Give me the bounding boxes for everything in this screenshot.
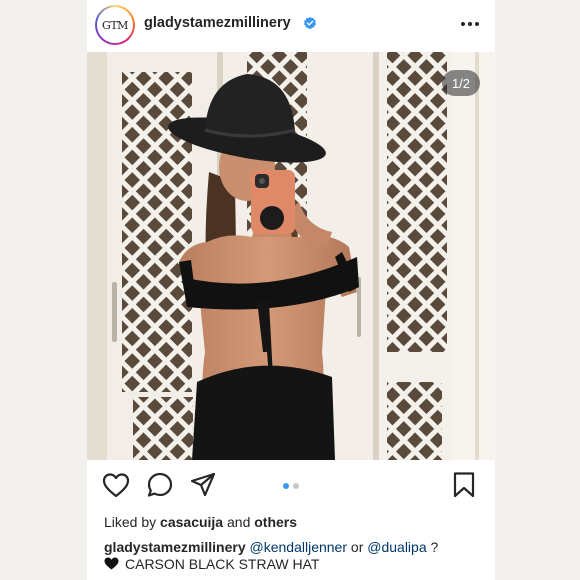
post-photo[interactable]	[87, 52, 495, 460]
post-header: GTM gladystamezmillinery	[87, 0, 495, 52]
carousel-dot-active	[283, 483, 289, 489]
mention-kendalljenner[interactable]: @kendalljenner	[250, 539, 348, 555]
carousel-indicator	[283, 483, 303, 489]
photo-counter: 1/2	[442, 70, 480, 96]
heart-icon[interactable]	[101, 470, 131, 500]
caption-username[interactable]: gladystamezmillinery	[104, 539, 246, 555]
likes-line: Liked by casacuija and others	[104, 514, 297, 530]
more-horizontal-icon[interactable]	[459, 14, 481, 34]
avatar-monogram: GTM	[102, 18, 128, 32]
carousel-dot	[293, 483, 299, 489]
likes-middle: and	[227, 514, 251, 530]
bookmark-icon[interactable]	[449, 470, 479, 500]
caption-question: ?	[430, 539, 439, 555]
instagram-post-card: GTM gladystamezmillinery 1/2 Liked by ca…	[87, 0, 495, 580]
likes-user[interactable]: casacuija	[160, 514, 223, 530]
mention-dualipa[interactable]: @dualipa	[367, 539, 426, 555]
share-icon[interactable]	[188, 470, 218, 500]
caption-conjunction: or	[350, 539, 364, 555]
photo-illustration	[87, 52, 495, 460]
black-heart-icon	[104, 557, 119, 570]
verified-badge-icon	[303, 16, 317, 30]
avatar[interactable]: GTM	[95, 5, 135, 45]
post-username[interactable]: gladystamezmillinery	[144, 15, 291, 31]
likes-others[interactable]: others	[254, 514, 297, 530]
post-caption: gladystamezmillinery @kendalljenner or @…	[104, 539, 489, 573]
likes-prefix: Liked by	[104, 514, 157, 530]
comment-icon[interactable]	[145, 470, 175, 500]
caption-product: CARSON BLACK STRAW HAT	[125, 556, 320, 572]
